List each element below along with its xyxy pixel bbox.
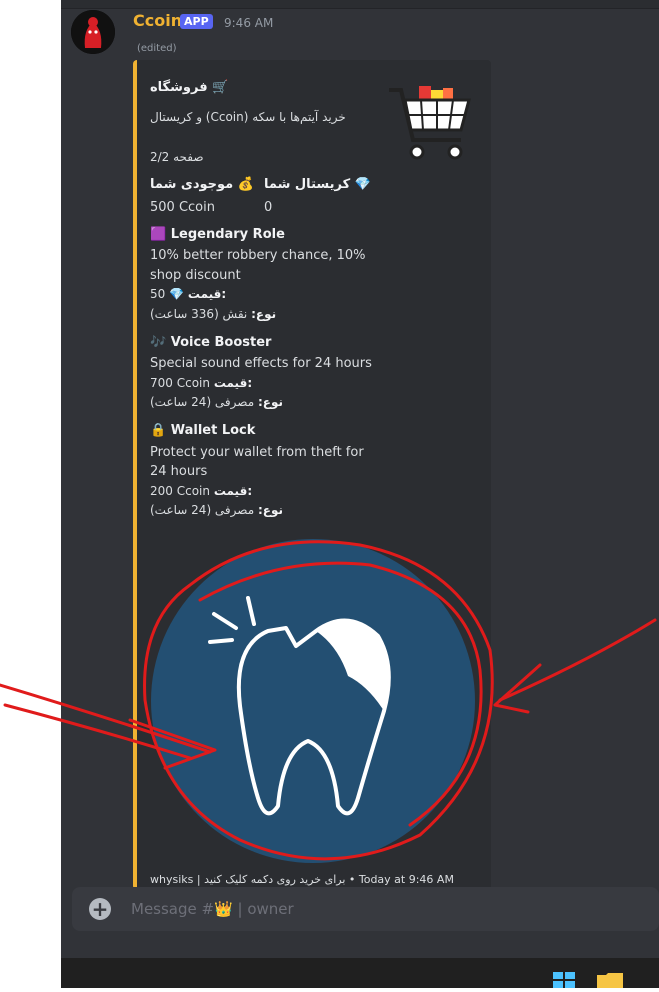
item-legendary-role: 🟪 Legendary Role (150, 227, 285, 242)
item-emoji: 🔒 (150, 423, 167, 438)
item-desc: Special sound effects for 24 hours (150, 356, 372, 371)
tooth-icon[interactable] (148, 536, 478, 866)
balance-name: 💰 موجودی شما (150, 177, 254, 192)
item-name: Legendary Role (170, 227, 285, 242)
app-badge: APP (180, 14, 213, 29)
item-price: 200 Ccoin قیمت: (150, 484, 253, 498)
balance-value: 500 Ccoin (150, 200, 215, 215)
item-desc: 24 hours (150, 464, 208, 479)
item-type: نوع: مصرفی (24 ساعت) (150, 503, 283, 517)
edited-label: (edited) (137, 43, 177, 54)
crystal-value: 0 (264, 200, 273, 215)
channel-header (61, 0, 659, 9)
message-composer[interactable]: + Message #👑 | owner (72, 887, 659, 931)
item-emoji: 🟪 (150, 227, 167, 242)
author-name[interactable]: Ccoin (133, 11, 182, 30)
embed-title: 🛒 فروشگاه (150, 80, 229, 95)
embed-description: خرید آیتم‌ها با سکه (Ccoin) و کریستال (150, 110, 346, 124)
windows-icon[interactable] (553, 972, 575, 988)
folder-icon[interactable] (597, 972, 623, 988)
item-type: نوع: مصرفی (24 ساعت) (150, 395, 283, 409)
item-voice-booster: 🎶 Voice Booster (150, 335, 271, 350)
avatar[interactable] (71, 10, 115, 54)
add-icon[interactable]: + (89, 898, 111, 920)
item-desc: 10% better robbery chance, 10% (150, 248, 366, 263)
timestamp: 9:46 AM (224, 16, 274, 30)
embed-footer: whysiks | برای خرید روی دکمه کلیک کنید •… (150, 873, 454, 886)
message-input[interactable]: Message #👑 | owner (131, 900, 294, 918)
taskbar (61, 958, 659, 988)
item-price: 700 Ccoin قیمت: (150, 376, 253, 390)
item-desc: Protect your wallet from theft for (150, 445, 364, 460)
shop-embed: 🛒 فروشگاه خرید آیتم‌ها با سکه (Ccoin) و … (133, 60, 491, 890)
item-type: نوع: نقش (336 ساعت) (150, 307, 277, 321)
item-price: 50 💎 قیمت: (150, 287, 227, 301)
discord-chat: Ccoin APP 9:46 AM (edited) 🛒 فروشگاه خری… (61, 0, 659, 958)
item-desc: shop discount (150, 268, 241, 283)
item-name: Wallet Lock (170, 423, 256, 438)
crystal-name: 💎 کریستال شما (264, 177, 371, 192)
cart-icon[interactable] (385, 78, 473, 166)
page-indicator: صفحه 2/2 (150, 150, 204, 164)
embed-accent-bar (133, 60, 137, 890)
item-emoji: 🎶 (150, 335, 167, 350)
item-wallet-lock: 🔒 Wallet Lock (150, 423, 255, 438)
item-name: Voice Booster (170, 335, 272, 350)
